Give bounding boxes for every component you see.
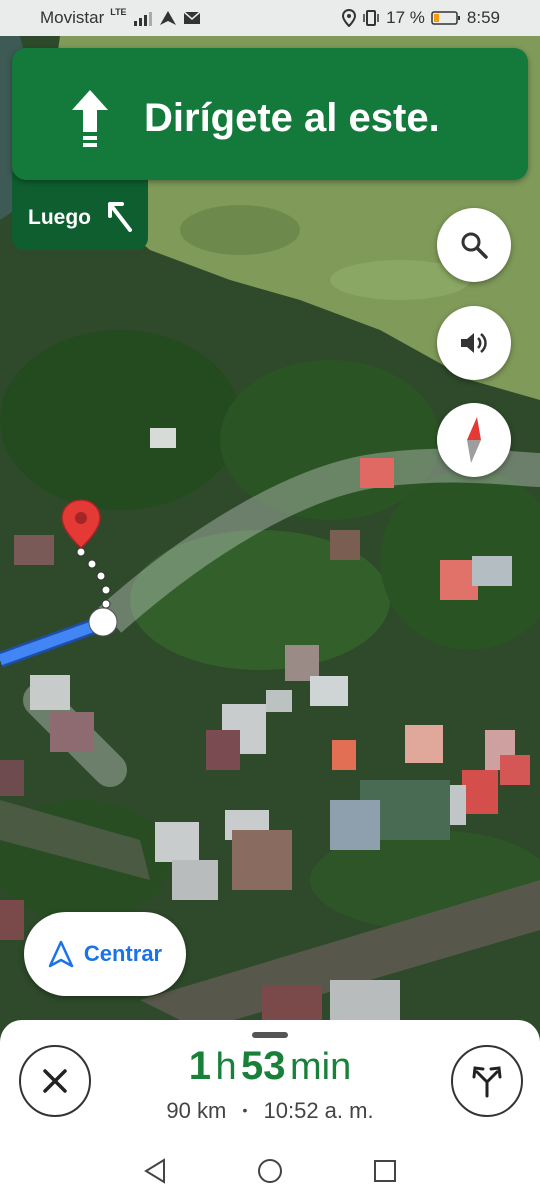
battery-percent: 17 % xyxy=(386,8,425,27)
system-navigation-bar xyxy=(0,1142,540,1200)
home-icon[interactable] xyxy=(257,1158,283,1184)
eta-minutes-unit: min xyxy=(290,1046,352,1088)
signal-icon xyxy=(133,12,152,26)
sound-button[interactable] xyxy=(437,306,511,380)
fork-routes-icon xyxy=(472,1066,502,1098)
trip-distance: 90 km xyxy=(166,1098,227,1123)
mail-icon xyxy=(183,11,201,24)
compass-icon xyxy=(467,417,481,463)
volume-icon xyxy=(461,333,487,353)
carrier-label: Movistar xyxy=(40,8,105,27)
search-icon xyxy=(461,232,488,259)
network-type-label: LTE xyxy=(110,7,127,17)
next-step-card[interactable]: Luego xyxy=(12,172,148,250)
compass-button[interactable] xyxy=(437,403,511,477)
status-bar: Movistar LTE 17 % 8:59 xyxy=(0,0,540,36)
alternate-routes-button[interactable] xyxy=(451,1045,523,1117)
arrival-time: 10:52 a. m. xyxy=(263,1098,374,1123)
battery-icon xyxy=(431,11,460,25)
trip-summary-sheet[interactable]: 1 h 53 min 90 km • 10:52 a. m. xyxy=(0,1020,540,1142)
recenter-button[interactable]: Centrar xyxy=(24,912,186,996)
sheet-drag-handle[interactable] xyxy=(252,1032,288,1038)
eta-hours: 1 xyxy=(188,1044,211,1088)
navigation-instruction-card[interactable]: Dirígete al este. xyxy=(12,48,528,180)
location-icon xyxy=(342,9,357,27)
recenter-label: Centrar xyxy=(83,941,163,966)
vibrate-icon xyxy=(363,10,379,26)
navigation-status-icon xyxy=(159,11,176,25)
search-button[interactable] xyxy=(437,208,511,282)
recent-apps-icon[interactable] xyxy=(373,1159,397,1183)
clock: 8:59 xyxy=(466,8,500,27)
back-icon[interactable] xyxy=(143,1158,167,1184)
eta-hours-unit: h xyxy=(215,1046,237,1088)
then-label: Luego xyxy=(28,206,91,229)
destination-pin-icon[interactable] xyxy=(60,498,102,550)
arrow-up-icon xyxy=(72,90,108,147)
eta-minutes: 53 xyxy=(241,1044,286,1088)
instruction-text: Dirígete al este. xyxy=(144,96,440,140)
turn-left-icon xyxy=(108,202,132,232)
trip-separator: • xyxy=(242,1102,248,1118)
navigation-arrow-icon xyxy=(48,940,74,968)
